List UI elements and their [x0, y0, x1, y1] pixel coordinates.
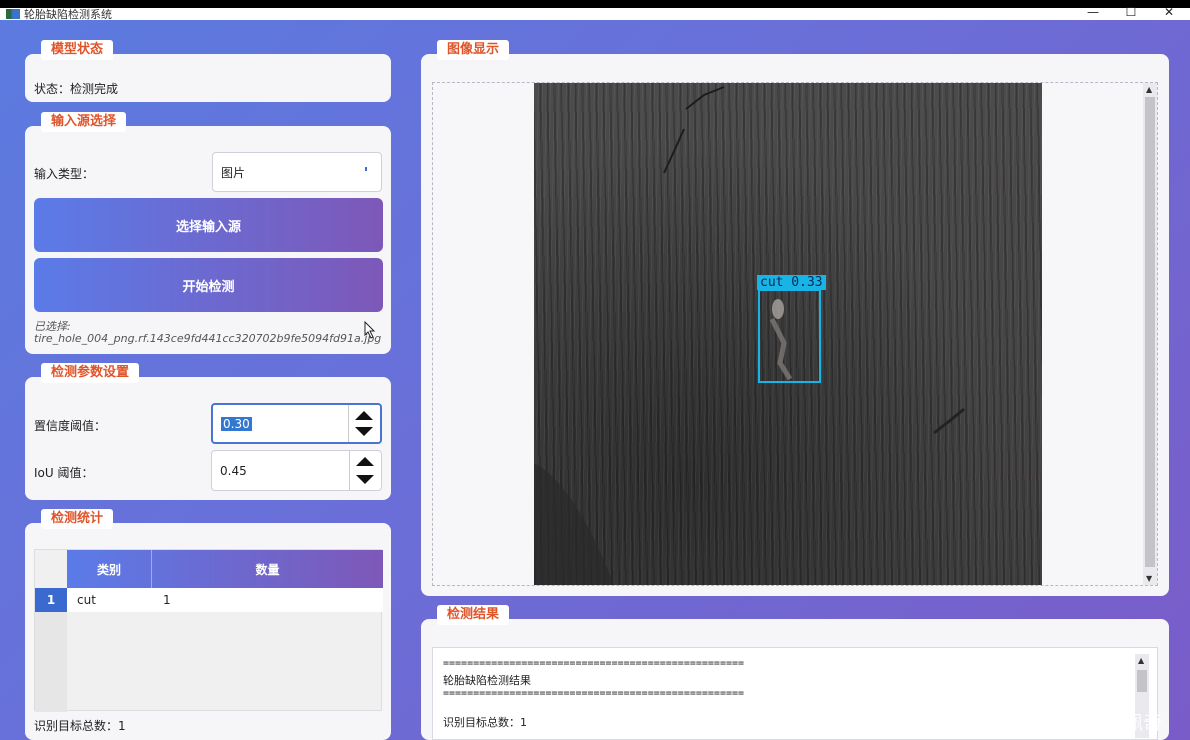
image-scrollbar-thumb[interactable]: [1145, 97, 1155, 567]
stats-total: 识别目标总数：1: [34, 719, 126, 733]
tire-image: cut 0.33: [534, 83, 1042, 585]
stats-tag: 检测统计: [41, 509, 114, 529]
scroll-down-icon[interactable]: ▼: [1146, 574, 1152, 583]
iou-value[interactable]: 0.45: [220, 464, 247, 478]
confidence-increment-icon[interactable]: [355, 411, 373, 420]
results-scrollbar-thumb[interactable]: [1137, 670, 1147, 692]
results-separator-bottom: ========================================…: [443, 688, 745, 699]
app-icon: [6, 9, 20, 19]
confidence-spinbox[interactable]: 0.30: [211, 403, 382, 444]
select-input-button[interactable]: 选择输入源: [34, 198, 383, 252]
results-total: 识别目标总数：1: [443, 716, 527, 729]
results-separator-top: ========================================…: [443, 658, 745, 669]
image-display-tag: 图像显示: [437, 40, 510, 60]
iou-decrement-icon[interactable]: [356, 475, 374, 484]
detection-label: cut 0.33: [757, 275, 826, 290]
confidence-value[interactable]: 0.30: [221, 416, 252, 431]
confidence-label: 置信度阈值：: [34, 419, 107, 433]
results-title: 轮胎缺陷检测结果: [443, 674, 531, 687]
row-count: 1: [163, 593, 171, 607]
scroll-up-icon[interactable]: ▲: [1146, 85, 1152, 94]
iou-spinbox[interactable]: 0.45: [211, 450, 382, 491]
input-type-value: 图片: [221, 165, 246, 180]
selected-file-path: tire_hole_004_png.rf.143ce9fd441cc320702…: [34, 332, 382, 345]
params-tag: 检测参数设置: [41, 363, 140, 383]
row-category: cut: [77, 593, 96, 607]
confidence-decrement-icon[interactable]: [355, 427, 373, 436]
maximize-button[interactable]: ☐: [1116, 5, 1146, 19]
results-tag: 检测结果: [437, 605, 510, 625]
window-titlebar: 轮胎缺陷检测系统 — ☐ ✕: [0, 0, 1190, 21]
iou-increment-icon[interactable]: [356, 457, 374, 466]
close-button[interactable]: ✕: [1154, 5, 1184, 19]
input-source-tag: 输入源选择: [41, 112, 127, 132]
column-header-category[interactable]: 类别: [67, 550, 151, 588]
stats-table: 类别 数量 1 cut 1: [34, 549, 383, 712]
row-header-column: [35, 612, 67, 712]
stats-table-header: 类别 数量: [67, 550, 383, 588]
start-detection-button[interactable]: 开始检测: [34, 258, 383, 312]
csdn-watermark: CSDN @飞翔的佩奇: [988, 712, 1163, 734]
mouse-cursor-icon: [364, 321, 376, 339]
row-index[interactable]: 1: [35, 588, 67, 612]
table-row[interactable]: cut 1: [67, 588, 383, 612]
column-header-count[interactable]: 数量: [151, 550, 383, 588]
window-title: 轮胎缺陷检测系统: [24, 8, 112, 21]
results-scroll-up-icon[interactable]: ▲: [1138, 656, 1144, 665]
iou-arrows: [349, 451, 381, 490]
dropdown-indicator-icon: [365, 167, 367, 171]
minimize-button[interactable]: —: [1078, 5, 1108, 19]
input-type-label: 输入类型：: [34, 167, 95, 181]
input-type-select[interactable]: 图片: [212, 152, 382, 192]
model-status-tag: 模型状态: [41, 40, 114, 60]
model-status-text: 状态：检测完成: [34, 82, 119, 96]
image-scrollbar[interactable]: ▲ ▼: [1143, 83, 1157, 585]
iou-label: IoU 阈值：: [34, 466, 94, 480]
detection-box: [758, 289, 821, 383]
confidence-arrows: [348, 405, 380, 442]
